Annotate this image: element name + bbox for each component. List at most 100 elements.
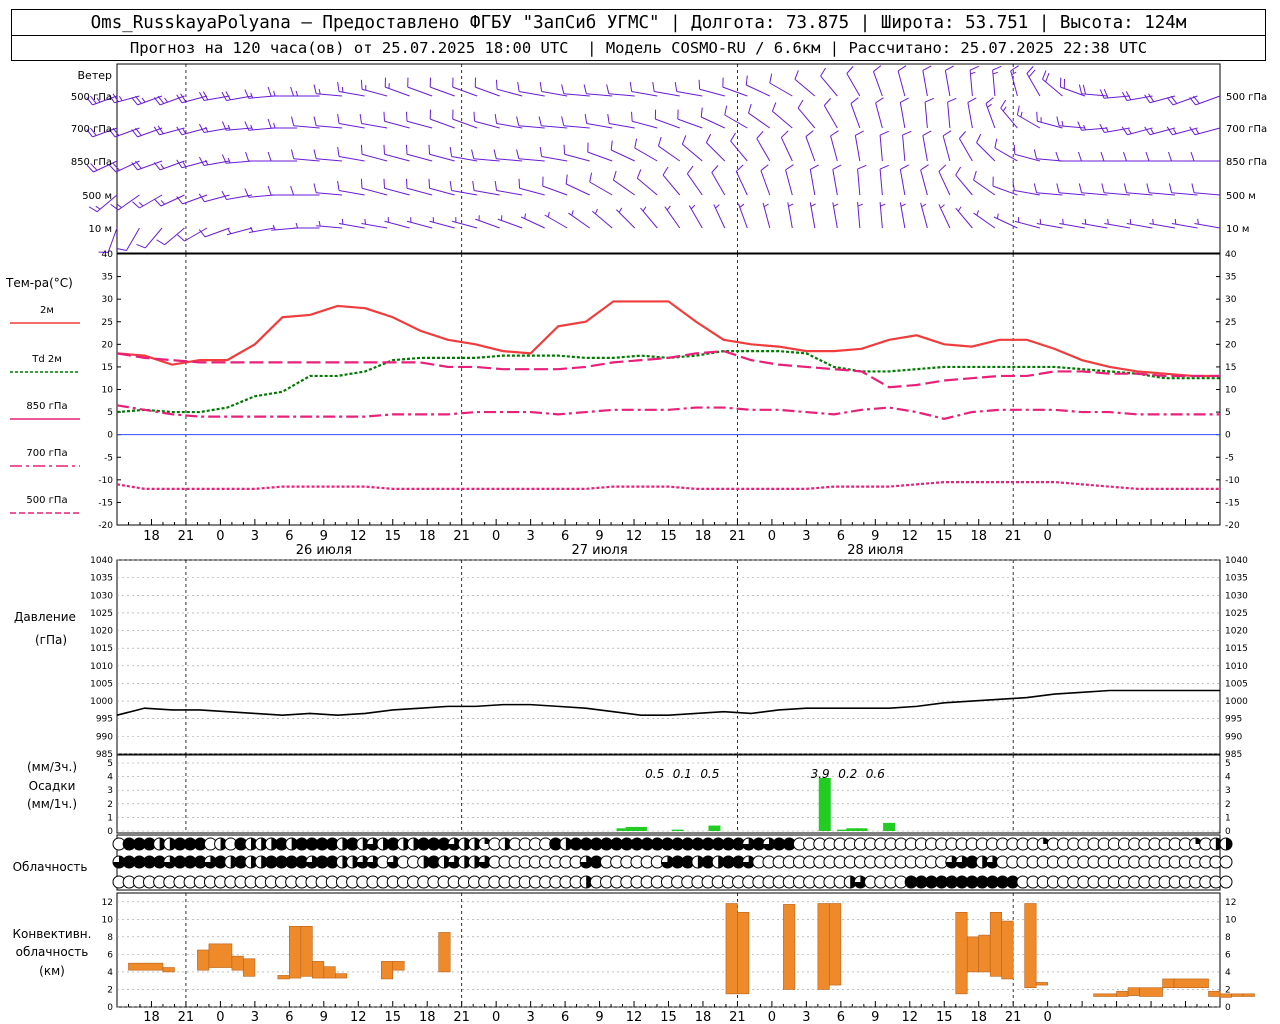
wind-barb-staff <box>608 93 635 97</box>
temp-series-line <box>116 300 1220 378</box>
y-tick-label: 8 <box>107 933 113 943</box>
wind-barb-staff <box>1036 192 1063 196</box>
wind-barb-feather <box>131 129 138 138</box>
x-tick-label: 0 <box>216 1010 224 1024</box>
wind-barb-half-feather <box>1129 218 1132 225</box>
wind-barb-half-feather <box>1174 218 1177 225</box>
wind-barb-feather <box>176 126 183 136</box>
wind-barb-half-feather <box>690 204 696 210</box>
wind-barb-feather <box>922 65 932 71</box>
x-tick-label: 15 <box>384 1010 401 1024</box>
x-tick-label: 12 <box>902 529 919 544</box>
wind-barb-feather <box>136 243 146 249</box>
press-frame <box>116 559 1221 755</box>
wind-barb-staff <box>248 194 275 198</box>
x-tick-label: 3 <box>802 529 810 544</box>
x-tick-label: 9 <box>595 529 603 544</box>
wind-barb-feather <box>428 144 431 155</box>
wind-barb-feather <box>313 149 317 159</box>
x-tick-label: 12 <box>626 529 643 544</box>
wind-barb-feather <box>1100 151 1105 162</box>
wind-barb-staff <box>338 155 365 162</box>
wind-barb-feather <box>745 75 748 86</box>
wind-barb-half-feather <box>1011 71 1017 76</box>
x-tick-label: 21 <box>178 1010 195 1024</box>
x-tick-label: 6 <box>561 529 569 544</box>
wind-barb-feather <box>857 164 867 170</box>
wind-barb-feather <box>135 95 142 104</box>
wind-barb-feather <box>612 170 617 181</box>
wind-barb-feather <box>820 67 827 77</box>
wind-barb-feather <box>636 169 642 179</box>
x-tick-label: 12 <box>626 1010 643 1024</box>
wind-barb-feather <box>1122 151 1127 162</box>
x-tick-label: 0 <box>492 1010 500 1024</box>
x-tick-label: 15 <box>936 1010 953 1024</box>
y-tick-label: 0 <box>1225 431 1231 441</box>
wind-barb-feather <box>177 234 185 242</box>
wind-barb-feather <box>607 114 610 124</box>
x-tick-label: 18 <box>970 529 987 544</box>
wind-barb-half-feather <box>833 203 839 207</box>
temp-panel-label: Тем-ра(°С) <box>5 276 73 290</box>
wind-barb-half-feather <box>164 97 169 103</box>
x-tick-label: 21 <box>1005 529 1022 544</box>
wind-barb-feather <box>1013 144 1016 155</box>
wind-barb-staff <box>407 86 433 97</box>
y-tick-label: 990 <box>1225 732 1242 742</box>
convective-bar <box>1093 993 1117 997</box>
wind-barb-staff <box>879 135 883 162</box>
wind-barb-staff <box>452 86 478 97</box>
x-tick-label: 21 <box>729 1010 746 1024</box>
wind-barb-staff <box>724 114 748 129</box>
wind-barb-feather <box>686 165 694 174</box>
wind-barb-half-feather <box>547 211 550 218</box>
wind-barb-staff <box>563 93 590 97</box>
wind-barb-staff <box>902 135 906 162</box>
x-tick-label: 21 <box>453 1010 470 1024</box>
convective-bar <box>978 934 991 973</box>
y-tick-label: 5 <box>1225 759 1231 769</box>
y-tick-label: 25 <box>102 318 113 328</box>
y-tick-label: 1030 <box>1225 591 1248 601</box>
wind-barb-half-feather <box>95 205 101 210</box>
convective-bar <box>783 904 796 990</box>
wind-barb-staff <box>384 153 410 162</box>
y-tick-label: 30 <box>1225 295 1237 305</box>
x-tick-label: 6 <box>561 1010 569 1024</box>
wind-barb-staff <box>922 135 928 162</box>
wind-barb-feather <box>1055 151 1060 162</box>
x-tick-label: 9 <box>871 1010 879 1024</box>
wind-barb-feather <box>955 166 962 176</box>
wind-barb-feather <box>313 84 317 94</box>
wind-barb-feather <box>360 79 363 90</box>
y-tick-label: 4 <box>107 773 113 783</box>
y-tick-label: 1035 <box>1225 574 1248 584</box>
y-tick-label: 3 <box>1225 786 1231 796</box>
wind-barb-feather <box>449 181 453 191</box>
y-tick-label: 20 <box>102 340 114 350</box>
wind-barb-half-feather <box>1020 111 1023 118</box>
wind-barb-feather <box>383 144 386 155</box>
wind-barb-staff <box>496 158 523 162</box>
wind-barb-staff <box>541 155 568 162</box>
y-tick-label: 1020 <box>90 627 113 637</box>
y-tick-label: -10 <box>1225 476 1240 486</box>
wind-barb-half-feather <box>987 103 992 108</box>
wind-barb-feather <box>1016 105 1020 116</box>
wind-barb-staff <box>955 174 973 196</box>
wind-level-label-right: 500 гПа <box>1226 92 1267 103</box>
wind-barb-feather <box>496 79 498 90</box>
convective-bar <box>829 903 842 986</box>
wind-barb-feather <box>291 149 295 159</box>
wind-barb-feather <box>561 116 565 126</box>
wind-barb-feather <box>748 103 752 114</box>
wind-barb-feather <box>154 198 162 207</box>
precip-total-label: 0.5 <box>700 767 719 781</box>
wind-barb-feather <box>1166 97 1174 106</box>
day-label: 27 июля <box>571 543 627 558</box>
wind-barb-feather <box>1103 89 1109 99</box>
wind-barb-staff <box>658 145 681 162</box>
wind-barb-staff <box>967 102 973 129</box>
wind-level-label-right: 10 м <box>1226 224 1249 235</box>
